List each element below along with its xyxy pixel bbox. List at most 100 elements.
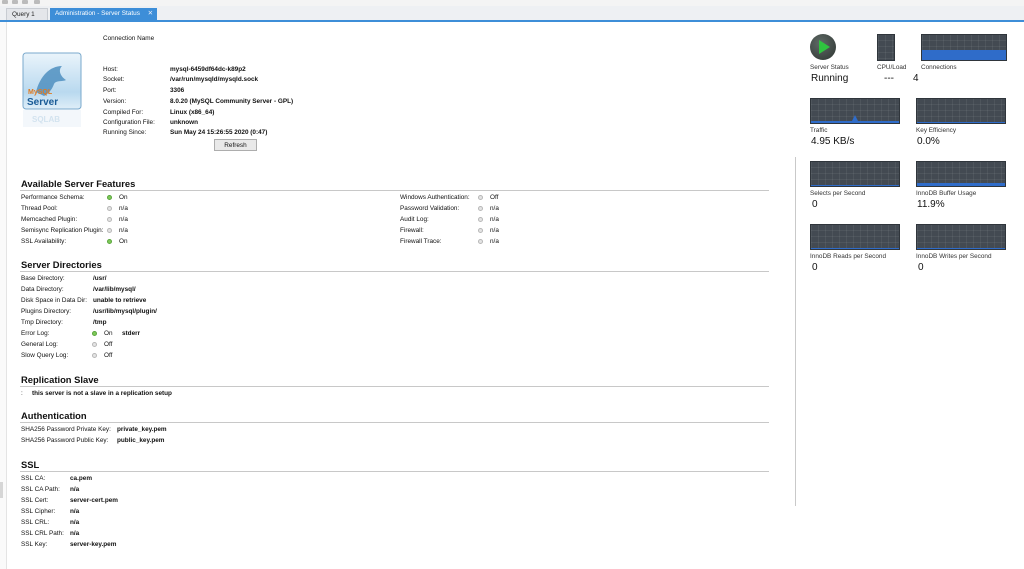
feature-value: n/a xyxy=(119,205,128,212)
directory-label: Base Directory: xyxy=(21,275,65,282)
connection-name-label: Connection Name xyxy=(103,35,155,42)
ssl-label: SSL Cert: xyxy=(21,497,49,504)
directory-value: /usr/ xyxy=(93,275,107,282)
status-indicator-icon xyxy=(478,227,483,233)
innodb-writes-graph xyxy=(916,224,1006,250)
traffic-graph xyxy=(810,98,900,124)
tab-bar: Query 1 Administration - Server Status ✕ xyxy=(0,6,1024,22)
feature-label: Password Validation: xyxy=(400,205,460,212)
server-status-label: Server Status xyxy=(810,64,849,71)
feature-label: Semisync Replication Plugin: xyxy=(21,227,104,234)
cpu-load-label: CPU/Load xyxy=(877,64,907,71)
connection-field-key: Compiled For: xyxy=(103,109,144,116)
server-running-icon xyxy=(810,34,836,60)
auth-value: public_key.pem xyxy=(117,437,165,444)
status-indicator-icon xyxy=(92,330,97,336)
log-value: On xyxy=(104,330,113,337)
replication-status: this server is not a slave in a replicat… xyxy=(32,390,172,397)
feature-value: n/a xyxy=(119,227,128,234)
log-extra: stderr xyxy=(122,330,141,337)
feature-value: Off xyxy=(490,194,499,201)
feature-value: On xyxy=(119,238,128,245)
ssl-value: ca.pem xyxy=(70,475,93,482)
ssl-title: SSL xyxy=(21,459,40,470)
directory-label: Data Directory: xyxy=(21,286,64,293)
log-label: General Log: xyxy=(21,341,58,348)
connections-label: Connections xyxy=(921,64,957,71)
ssl-label: SSL CA: xyxy=(21,475,46,482)
connection-field-key: Configuration File: xyxy=(103,119,155,126)
status-indicator-icon xyxy=(107,194,112,200)
innodb-reads-value: 0 xyxy=(812,262,818,273)
feature-label: Performance Schema: xyxy=(21,194,85,201)
logo-text-mysql: MySQL xyxy=(28,89,53,96)
connection-field-key: Host: xyxy=(103,66,118,73)
connection-field-value: 8.0.20 (MySQL Community Server - GPL) xyxy=(170,98,294,105)
feature-label: Windows Authentication: xyxy=(400,194,470,201)
connections-value: 4 xyxy=(913,73,919,84)
tab-query-1[interactable]: Query 1 xyxy=(6,8,48,20)
ssl-label: SSL CRL: xyxy=(21,519,50,526)
ssl-value: n/a xyxy=(70,530,80,537)
logo-reflection: SQLAB xyxy=(32,115,60,124)
log-label: Slow Query Log: xyxy=(21,352,69,359)
innodb-reads-graph xyxy=(810,224,900,250)
feature-value: n/a xyxy=(119,216,128,223)
section-divider xyxy=(20,190,769,191)
connection-field-value: 3306 xyxy=(170,87,185,94)
connection-field-value: unknown xyxy=(170,119,199,126)
key-efficiency-value: 0.0% xyxy=(917,136,940,147)
section-divider xyxy=(20,386,769,387)
feature-value: n/a xyxy=(490,216,499,223)
ssl-label: SSL CA Path: xyxy=(21,486,60,493)
close-icon[interactable]: ✕ xyxy=(148,8,153,20)
cpu-load-graph xyxy=(877,34,895,61)
log-value: Off xyxy=(104,352,113,359)
directory-value: /usr/lib/mysql/plugin/ xyxy=(93,308,157,315)
ssl-value: n/a xyxy=(70,519,80,526)
feature-label: Firewall Trace: xyxy=(400,238,442,245)
server-status-value: Running xyxy=(811,73,849,84)
status-indicator-icon xyxy=(107,227,112,233)
toolbar-icon[interactable] xyxy=(12,0,18,4)
toolbar-icon[interactable] xyxy=(34,0,40,4)
connection-field-key: Port: xyxy=(103,87,117,94)
status-indicator-icon xyxy=(478,194,483,200)
features-title: Available Server Features xyxy=(21,178,136,189)
log-value: Off xyxy=(104,341,113,348)
ssl-label: SSL Cipher: xyxy=(21,508,56,515)
toolbar-icon[interactable] xyxy=(2,0,8,4)
feature-value: n/a xyxy=(490,205,499,212)
key-efficiency-graph xyxy=(916,98,1006,124)
innodb-buffer-value: 11.9% xyxy=(917,199,945,210)
log-label: Error Log: xyxy=(21,330,50,337)
ssl-value: server-cert.pem xyxy=(70,497,118,504)
auth-label: SHA256 Password Public Key: xyxy=(21,437,109,444)
selects-label: Selects per Second xyxy=(810,190,866,197)
sidebar-handle[interactable] xyxy=(0,482,3,498)
refresh-button[interactable]: Refresh xyxy=(214,139,257,151)
tab-label: Query 1 xyxy=(12,11,35,18)
section-divider xyxy=(20,422,769,423)
directory-label: Plugins Directory: xyxy=(21,308,72,315)
tab-label: Administration - Server Status xyxy=(55,10,140,17)
feature-label: Firewall: xyxy=(400,227,424,234)
key-efficiency-label: Key Efficiency xyxy=(916,127,957,134)
tab-administration-server-status[interactable]: Administration - Server Status ✕ xyxy=(50,8,157,20)
selects-value: 0 xyxy=(812,199,818,210)
directories-title: Server Directories xyxy=(21,259,102,270)
feature-label: Audit Log: xyxy=(400,216,429,223)
connection-field-value: /var/run/mysqld/mysqld.sock xyxy=(170,76,259,83)
status-indicator-icon xyxy=(107,216,112,222)
toolbar-icon[interactable] xyxy=(22,0,28,4)
cpu-load-value: --- xyxy=(884,73,894,84)
feature-value: n/a xyxy=(490,227,499,234)
connection-field-key: Socket: xyxy=(103,76,125,83)
status-indicator-icon xyxy=(107,205,112,211)
feature-label: Thread Pool: xyxy=(21,205,58,212)
connection-field-value: Linux (x86_64) xyxy=(170,109,215,116)
auth-label: SHA256 Password Private Key: xyxy=(21,426,111,433)
feature-value: n/a xyxy=(490,238,499,245)
section-divider xyxy=(20,471,769,472)
connection-field-key: Running Since: xyxy=(103,129,147,136)
